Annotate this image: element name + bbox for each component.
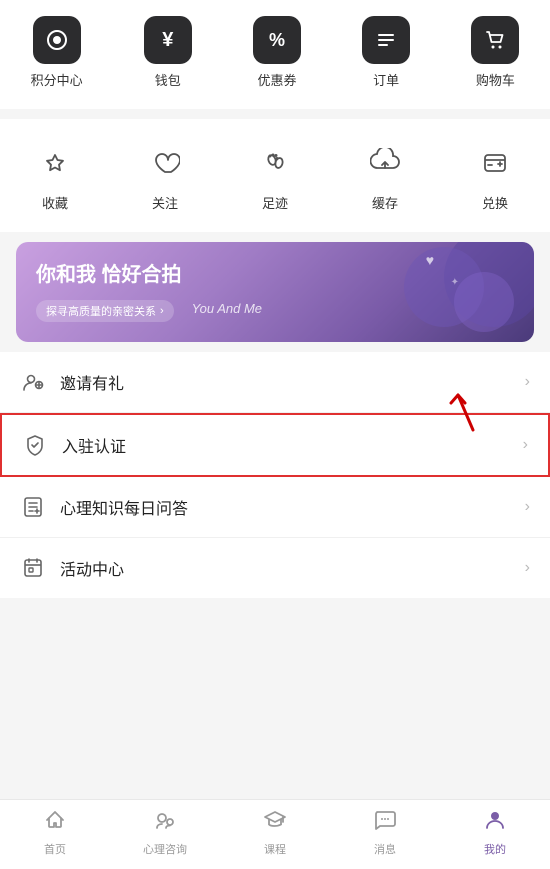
nav-item-home[interactable]: 首页 <box>25 808 85 857</box>
wallet-icon: ¥ <box>144 16 192 64</box>
collect-icon-item[interactable]: 收藏 <box>31 139 79 212</box>
coupon-icon: % <box>253 16 301 64</box>
nav-item-course[interactable]: 课程 <box>245 808 305 857</box>
follow-label: 关注 <box>152 193 178 212</box>
home-nav-icon <box>43 808 67 838</box>
menu-activity-label: 活动中心 <box>60 556 525 580</box>
cart-label: 购物车 <box>476 70 515 89</box>
cache-icon-item[interactable]: 缓存 <box>361 139 409 212</box>
wallet-icon-item[interactable]: ¥ 钱包 <box>144 16 192 89</box>
menu-item-daily-quiz[interactable]: 心理知识每日问答 › <box>0 477 550 538</box>
coupon-label: 优惠券 <box>257 70 296 89</box>
menu-item-activity[interactable]: 活动中心 › <box>0 538 550 598</box>
exchange-icon <box>471 139 519 187</box>
collect-label: 收藏 <box>42 193 68 212</box>
exchange-label: 兑换 <box>482 193 508 212</box>
verify-arrow-icon: › <box>523 436 528 454</box>
menu-item-verify[interactable]: 入驻认证 › <box>0 413 550 477</box>
consult-nav-label: 心理咨询 <box>143 841 187 857</box>
second-icon-section: 收藏 关注 <box>0 119 550 232</box>
points-icon-item[interactable]: 积分中心 <box>31 16 83 89</box>
footprint-icon-item[interactable]: 足迹 <box>251 139 299 212</box>
verify-icon <box>22 432 48 458</box>
course-nav-icon <box>263 808 287 838</box>
nav-item-consult[interactable]: 心理咨询 <box>135 808 195 857</box>
activity-arrow-icon: › <box>525 559 530 577</box>
footprint-label: 足迹 <box>262 193 288 212</box>
invite-arrow-icon: › <box>525 373 530 391</box>
mine-nav-icon <box>483 808 507 838</box>
cache-label: 缓存 <box>372 193 398 212</box>
daily-quiz-arrow-icon: › <box>525 498 530 516</box>
cache-icon <box>361 139 409 187</box>
order-icon-item[interactable]: 订单 <box>362 16 410 89</box>
menu-verify-label: 入驻认证 <box>62 433 523 457</box>
points-icon <box>33 16 81 64</box>
mine-nav-label: 我的 <box>484 841 506 857</box>
footprint-icon <box>251 139 299 187</box>
banner-section: 你和我 恰好合拍 探寻高质量的亲密关系 › You And Me ♥ ✦ <box>16 242 534 342</box>
nav-item-message[interactable]: 消息 <box>355 808 415 857</box>
follow-icon <box>141 139 189 187</box>
points-label: 积分中心 <box>31 70 83 89</box>
wallet-label: 钱包 <box>155 70 181 89</box>
exchange-icon-item[interactable]: 兑换 <box>471 139 519 212</box>
banner[interactable]: 你和我 恰好合拍 探寻高质量的亲密关系 › You And Me ♥ ✦ <box>16 242 534 342</box>
activity-icon <box>20 555 46 581</box>
menu-item-invite[interactable]: 邀请有礼 › <box>0 352 550 413</box>
message-nav-icon <box>373 808 397 838</box>
order-label: 订单 <box>373 70 399 89</box>
banner-arrow-icon: › <box>160 305 164 317</box>
cart-icon <box>471 16 519 64</box>
daily-quiz-icon <box>20 494 46 520</box>
follow-icon-item[interactable]: 关注 <box>141 139 189 212</box>
banner-sub-text: 探寻高质量的亲密关系 <box>46 303 156 319</box>
consult-nav-icon <box>153 808 177 838</box>
banner-main-text: 你和我 恰好合拍 <box>36 262 262 288</box>
top-icon-section: 积分中心 ¥ 钱包 % 优惠券 订单 <box>0 0 550 109</box>
coupon-icon-item[interactable]: % 优惠券 <box>253 16 301 89</box>
cart-icon-item[interactable]: 购物车 <box>471 16 519 89</box>
message-nav-label: 消息 <box>374 841 396 857</box>
menu-daily-quiz-label: 心理知识每日问答 <box>60 495 525 519</box>
order-icon <box>362 16 410 64</box>
banner-sub-tag: 探寻高质量的亲密关系 › <box>36 300 174 322</box>
bottom-navigation: 首页 心理咨询 课程 <box>0 799 550 869</box>
top-icon-grid: 积分中心 ¥ 钱包 % 优惠券 订单 <box>0 16 550 89</box>
second-icon-grid: 收藏 关注 <box>0 139 550 212</box>
home-nav-label: 首页 <box>44 841 66 857</box>
menu-invite-label: 邀请有礼 <box>60 370 525 394</box>
menu-section: 邀请有礼 › 入驻认证 › <box>0 352 550 598</box>
banner-you-and-me: You And Me <box>192 301 262 316</box>
content-wrapper: 积分中心 ¥ 钱包 % 优惠券 订单 <box>0 0 550 678</box>
invite-icon <box>20 369 46 395</box>
nav-item-mine[interactable]: 我的 <box>465 808 525 857</box>
course-nav-label: 课程 <box>264 841 286 857</box>
collect-icon <box>31 139 79 187</box>
